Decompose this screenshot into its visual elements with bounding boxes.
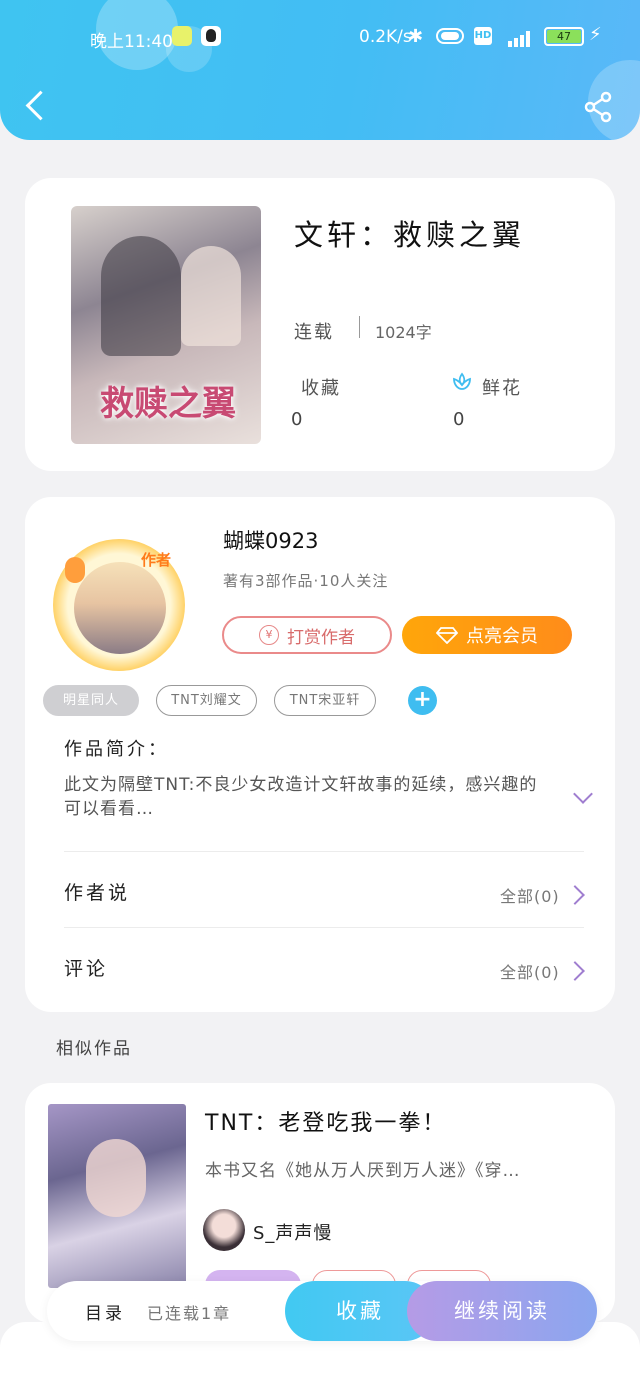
hd-icon: HD [474, 27, 492, 45]
back-icon[interactable] [22, 88, 50, 124]
tag-chip[interactable]: 明星同人 [43, 685, 139, 716]
author-says-label[interactable]: 作者说 [64, 878, 130, 905]
yen-icon: ¥ [259, 625, 279, 645]
diamond-icon [436, 627, 458, 644]
similar-author-avatar [203, 1209, 245, 1251]
battery-level: 47 [547, 30, 581, 43]
author-meta: 著有3部作品·10人关注 [223, 572, 389, 590]
net-speed: 0.2K/s [359, 27, 412, 47]
book-title: 文轩：救赎之翼 [294, 218, 526, 252]
comments-label[interactable]: 评论 [64, 954, 108, 981]
favorites-label: 收藏 [301, 378, 341, 399]
chevron-right-icon[interactable] [570, 962, 586, 978]
chevron-right-icon[interactable] [570, 886, 586, 902]
intro-label: 作品简介： [64, 739, 169, 760]
bottom-action-bar: 目录 已连载1章 收藏 继续阅读 [47, 1281, 597, 1341]
author-says-value[interactable]: 全部(0) [500, 883, 560, 907]
qq-app-icon [201, 26, 221, 46]
vibrate-icon [436, 28, 464, 44]
similar-author: S_声声慢 [253, 1223, 333, 1244]
status-bar: 晚上11:40 0.2K/s ✱ HD 47 ⚡ [0, 22, 640, 54]
top-header: 晚上11:40 0.2K/s ✱ HD 47 ⚡ [0, 0, 640, 140]
word-count: 1024字 [375, 323, 432, 342]
vip-button[interactable]: 点亮会员 [402, 616, 572, 654]
author-badge: 作者 [141, 551, 172, 569]
flower-icon[interactable] [450, 370, 474, 394]
music-app-icon [172, 26, 192, 46]
similar-title[interactable]: TNT：老登吃我一拳！ [205, 1105, 446, 1137]
favorites-count: 0 [291, 409, 303, 430]
charging-icon: ⚡ [589, 24, 602, 45]
reward-author-button[interactable]: ¥ 打赏作者 [222, 616, 392, 654]
book-cover[interactable]: 救赎之翼 [71, 206, 261, 444]
share-icon[interactable] [582, 90, 616, 124]
status-time: 晚上11:40 [90, 32, 173, 52]
flowers-label: 鲜花 [482, 378, 522, 399]
divider [359, 316, 360, 338]
divider [64, 927, 584, 928]
author-card: 作者 蝴蝶0923 著有3部作品·10人关注 ¥ 打赏作者 点亮会员 明星同人 … [25, 497, 615, 1012]
chapters-count[interactable]: 已连载1章 [147, 1300, 231, 1324]
similar-works-heading: 相似作品 [56, 1039, 132, 1059]
comments-value[interactable]: 全部(0) [500, 959, 560, 983]
intro-text: 此文为隔壁TNT:不良少女改造计文轩故事的延续，感兴趣的可以看看… [64, 775, 538, 819]
bluetooth-icon: ✱ [408, 26, 424, 47]
avatar-image [74, 562, 166, 654]
similar-cover[interactable] [48, 1104, 186, 1288]
book-info-card: 救赎之翼 文轩：救赎之翼 连载 1024字 收藏 0 鲜花 0 [25, 178, 615, 471]
vip-label: 点亮会员 [466, 626, 538, 647]
divider [64, 851, 584, 852]
tag-chip[interactable]: TNT刘耀文 [156, 685, 257, 716]
avatar-decoration [65, 557, 85, 583]
add-tag-icon[interactable]: + [408, 686, 437, 715]
flowers-count: 0 [453, 409, 465, 430]
similar-desc: 本书又名《她从万人厌到万人迷》《穿… [205, 1161, 521, 1181]
tag-chip[interactable]: TNT宋亚轩 [274, 685, 376, 716]
toc-button[interactable]: 目录 [85, 1299, 125, 1324]
cover-title: 救赎之翼 [100, 384, 236, 424]
chevron-down-icon[interactable] [573, 793, 593, 805]
signal-icon [500, 27, 536, 47]
continue-reading-button[interactable]: 继续阅读 [407, 1281, 597, 1341]
battery-icon: 47 [544, 27, 584, 46]
book-status: 连载 [294, 322, 334, 343]
author-avatar[interactable]: 作者 [53, 539, 185, 671]
reward-label: 打赏作者 [287, 627, 355, 648]
author-name[interactable]: 蝴蝶0923 [223, 525, 318, 555]
